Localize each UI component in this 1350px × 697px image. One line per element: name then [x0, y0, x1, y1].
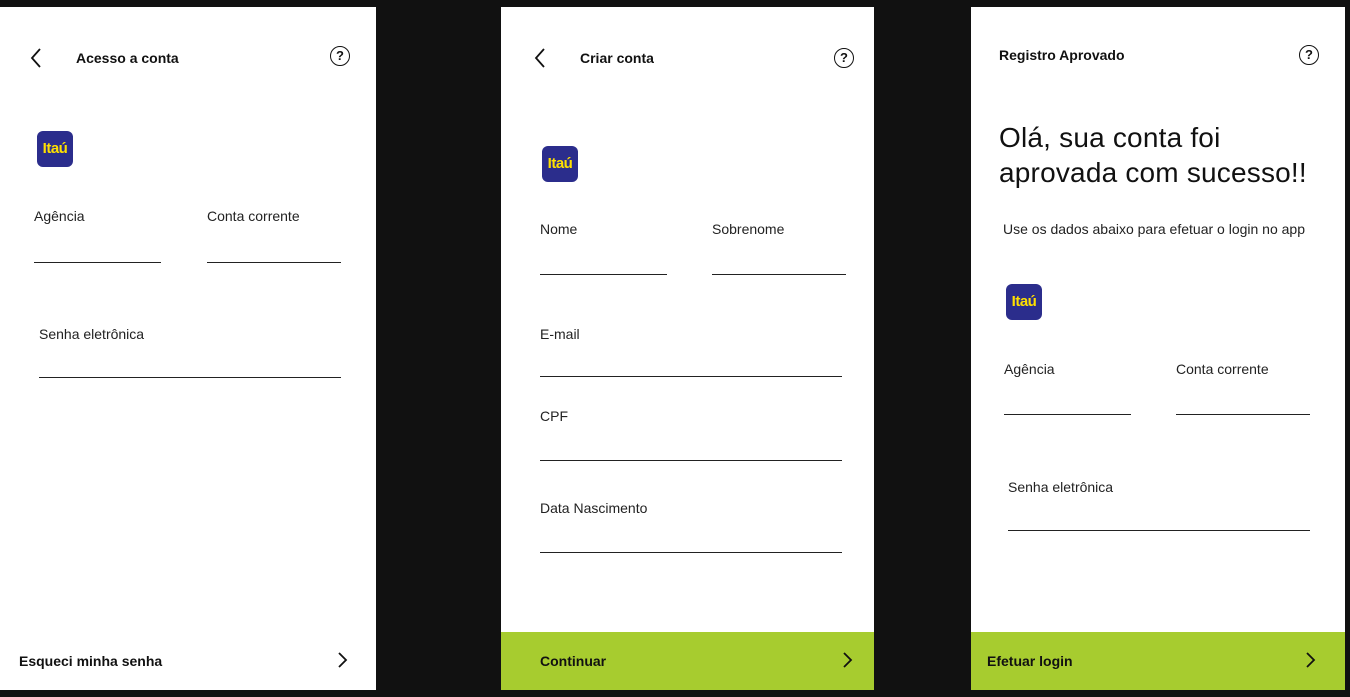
agencia-field[interactable]	[34, 262, 161, 263]
nome-field[interactable]	[540, 274, 667, 275]
agencia-label: Agência	[1004, 361, 1055, 377]
cpf-field[interactable]	[540, 460, 842, 461]
help-icon[interactable]: ?	[330, 46, 350, 66]
back-arrow-icon[interactable]	[28, 47, 44, 69]
screen-criar-conta: Criar conta ? Itaú Nome Sobrenome E-mail…	[501, 7, 874, 690]
conta-field[interactable]	[207, 262, 341, 263]
chevron-right-icon	[338, 652, 348, 668]
senha-field[interactable]	[39, 377, 341, 378]
senha-field[interactable]	[1008, 530, 1310, 531]
sobrenome-label: Sobrenome	[712, 221, 785, 237]
screen-acesso-conta: Acesso a conta ? Itaú Agência Conta corr…	[0, 7, 376, 690]
continue-label: Continuar	[540, 653, 607, 669]
continue-button[interactable]: Continuar	[501, 632, 874, 690]
email-label: E-mail	[540, 326, 580, 342]
agencia-label: Agência	[34, 208, 85, 224]
email-field[interactable]	[540, 376, 842, 377]
forgot-password-button[interactable]: Esqueci minha senha	[0, 632, 376, 690]
login-button[interactable]: Efetuar login	[971, 632, 1345, 690]
senha-label: Senha eletrônica	[39, 326, 145, 342]
nascimento-field[interactable]	[540, 552, 842, 553]
page-title: Criar conta	[580, 50, 654, 66]
success-headline-line-1: Olá, sua conta foi	[999, 122, 1221, 153]
success-headline: Olá, sua conta foi aprovada com sucesso!…	[999, 120, 1307, 190]
itau-logo: Itaú	[1006, 284, 1042, 320]
help-icon[interactable]: ?	[1299, 45, 1319, 65]
forgot-password-label: Esqueci minha senha	[19, 653, 163, 669]
screen-registro-aprovado: Registro Aprovado ? Olá, sua conta foi a…	[971, 7, 1345, 690]
sobrenome-field[interactable]	[712, 274, 846, 275]
nascimento-label: Data Nascimento	[540, 500, 648, 516]
login-label: Efetuar login	[987, 653, 1073, 669]
itau-logo: Itaú	[542, 146, 578, 182]
conta-label: Conta corrente	[1176, 361, 1269, 377]
conta-field[interactable]	[1176, 414, 1310, 415]
help-icon[interactable]: ?	[834, 48, 854, 68]
page-title: Registro Aprovado	[999, 47, 1125, 63]
chevron-right-icon	[843, 652, 853, 668]
chevron-right-icon	[1306, 652, 1316, 668]
page-title: Acesso a conta	[76, 50, 179, 66]
login-instructions: Use os dados abaixo para efetuar o login…	[1003, 221, 1305, 237]
back-arrow-icon[interactable]	[532, 47, 548, 69]
senha-label: Senha eletrônica	[1008, 479, 1114, 495]
conta-label: Conta corrente	[207, 208, 300, 224]
itau-logo: Itaú	[37, 131, 73, 167]
nome-label: Nome	[540, 221, 578, 237]
agencia-field[interactable]	[1004, 414, 1131, 415]
success-headline-line-2: aprovada com sucesso!!	[999, 157, 1307, 188]
cpf-label: CPF	[540, 408, 568, 424]
